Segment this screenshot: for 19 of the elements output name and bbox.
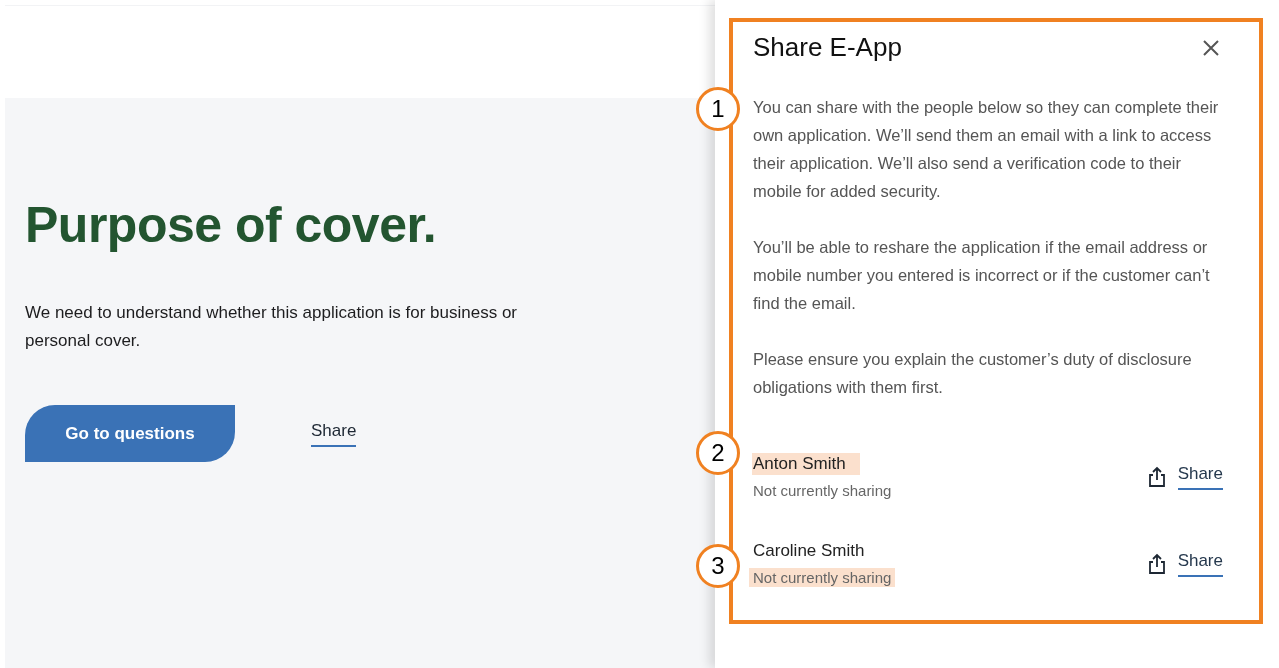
info-paragraph: Please ensure you explain the customer’s duty of disclosure obligations with them first. <box>753 349 1193 398</box>
page-heading: Purpose of cover. <box>25 196 437 254</box>
share-button[interactable]: Share <box>1147 463 1223 490</box>
callout-marker: 2 <box>696 431 740 475</box>
share-link[interactable]: Share <box>311 420 357 447</box>
share-icon <box>1147 465 1166 488</box>
share-button[interactable]: Share <box>1147 550 1223 577</box>
person-name: Anton Smith <box>752 453 860 475</box>
sharing-status: Not currently sharing <box>749 568 896 587</box>
go-to-questions-button[interactable]: Go to questions <box>25 405 235 462</box>
page-description: We need to understand whether this application is for business or personal cover. <box>25 302 519 352</box>
share-icon <box>1147 552 1166 575</box>
drawer-title: Share E-App <box>753 32 902 63</box>
sharing-status: Not currently sharing <box>752 481 893 500</box>
info-paragraph: You’ll be able to reshare the application if the email address or mobile number you entered is incorrect or if the customer can’t find the email. <box>753 237 1211 314</box>
person-name: Caroline Smith <box>752 540 866 562</box>
callout-marker: 1 <box>696 87 740 131</box>
callout-marker: 3 <box>696 544 740 588</box>
info-paragraph: You can share with the people below so they can complete their own application. We’ll send them an email with a link to access their application. We’ll also send a verification code to their mobile for added security. <box>753 97 1220 202</box>
